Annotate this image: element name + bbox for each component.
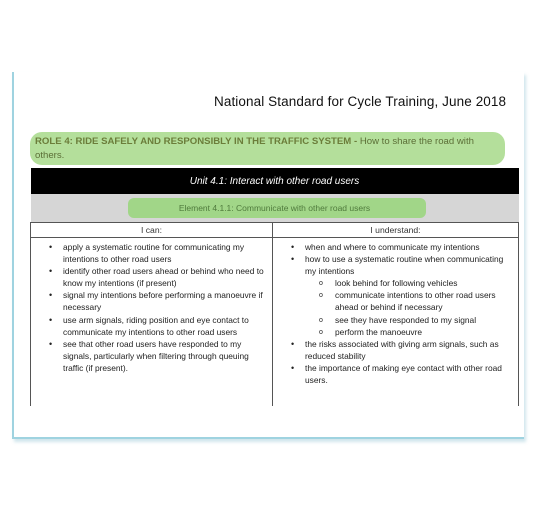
list-item: the risks associated with giving arm sig… [291,338,514,362]
column-header-understand: I understand: [272,222,519,238]
element-heading: Element 4.1.1: Communicate with other ro… [178,203,371,213]
list-item: identify other road users ahead or behin… [49,265,268,289]
can-cell: apply a systematic routine for communica… [30,237,273,407]
sub-list-item: see they have responded to my signal [319,314,514,327]
can-list: apply a systematic routine for communica… [37,241,268,374]
column-header-can: I can: [30,222,273,238]
role-heading-bold: ROLE 4: RIDE SAFELY AND RESPONSIBLY IN T… [35,136,358,147]
understand-cell: when and where to communicate my intenti… [272,237,519,407]
list-item-text: how to use a systematic routine when com… [305,254,504,277]
sub-list-item: look behind for following vehicles [319,277,514,290]
list-item: apply a systematic routine for communica… [49,241,268,265]
list-item: see that other road users have responded… [49,338,268,374]
sub-list: look behind for following vehicles commu… [305,277,514,339]
understand-list: when and where to communicate my intenti… [279,241,514,386]
document-title: National Standard for Cycle Training, Ju… [214,94,507,109]
competency-table: Unit 4.1: Interact with other road users… [30,168,519,407]
list-item: use arm signals, riding position and eye… [49,314,268,338]
list-item: signal my intentions before performing a… [49,289,268,313]
role-heading: ROLE 4: RIDE SAFELY AND RESPONSIBLY IN T… [35,135,505,163]
element-row: Element 4.1.1: Communicate with other ro… [30,194,519,223]
list-item: when and where to communicate my intenti… [291,241,514,253]
sub-list-item: communicate intentions to other road use… [319,289,514,313]
list-item: the importance of making eye contact wit… [291,362,514,386]
sub-list-item: perform the manoeuvre [319,326,514,339]
unit-heading: Unit 4.1: Interact with other road users [30,168,519,194]
list-item: how to use a systematic routine when com… [291,253,514,339]
